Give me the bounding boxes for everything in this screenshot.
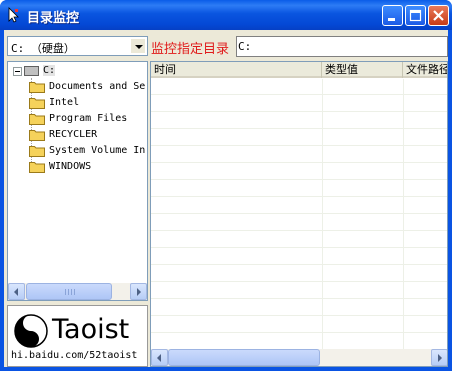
grid-row	[151, 113, 447, 129]
dropdown-arrow-icon[interactable]	[130, 38, 146, 54]
scroll-thumb[interactable]	[168, 349, 320, 366]
grid-row	[151, 96, 447, 112]
list-hscrollbar[interactable]	[151, 349, 447, 366]
folder-icon	[29, 98, 45, 109]
tree-item-label: WINDOWS	[49, 161, 92, 172]
scroll-left-button[interactable]	[151, 349, 168, 366]
tree-item-label: Documents and Se	[49, 81, 146, 92]
tree-root-label: C:	[43, 65, 56, 76]
arrow-right-icon	[137, 288, 141, 296]
scroll-right-button[interactable]	[130, 283, 147, 300]
drive-select-value: C: （硬盘）	[11, 42, 75, 55]
grid-row	[151, 79, 447, 95]
scroll-right-button[interactable]	[431, 349, 447, 366]
folder-icon	[29, 146, 45, 157]
folder-icon	[29, 130, 45, 141]
monitor-path-input[interactable]: C:	[236, 36, 448, 57]
minimize-icon	[388, 18, 395, 21]
grid-row	[151, 181, 447, 197]
column-type[interactable]: 类型值	[322, 62, 403, 78]
column-path[interactable]: 文件路径	[403, 62, 447, 78]
tree-item-label: Intel	[49, 97, 80, 108]
list-header: 时间 类型值 文件路径	[151, 62, 447, 78]
yinyang-logo	[14, 314, 48, 348]
maximize-icon	[409, 9, 422, 22]
scroll-left-button[interactable]	[8, 283, 25, 300]
column-time[interactable]: 时间	[151, 62, 322, 78]
logo-url: hi.baidu.com/52taoist	[11, 350, 138, 361]
grid-row	[151, 198, 447, 214]
directory-tree[interactable]: C: Documents and Se Intel Program Files …	[7, 61, 148, 301]
grid-row	[151, 249, 447, 265]
logo-text: Taoist	[52, 314, 130, 345]
window-title: 目录监控	[27, 11, 80, 26]
grid-row	[151, 334, 447, 350]
tree-item-label: System Volume In	[49, 145, 146, 156]
app-window: 目录监控 C: （硬盘） 监控指定目录 C: C: Documents and …	[0, 0, 452, 371]
grid-row	[151, 266, 447, 282]
minimize-button[interactable]	[382, 5, 403, 26]
folder-icon	[29, 162, 45, 173]
arrow-left-icon	[14, 288, 18, 296]
monitor-path-value: C:	[238, 40, 252, 53]
drive-icon	[24, 66, 39, 76]
maximize-button[interactable]	[405, 5, 426, 26]
scroll-thumb[interactable]	[26, 283, 112, 300]
arrow-left-icon	[157, 354, 161, 362]
close-icon	[433, 10, 444, 21]
event-list[interactable]: 时间 类型值 文件路径	[150, 61, 448, 367]
grid-row	[151, 317, 447, 333]
grid-row	[151, 232, 447, 248]
monitor-label: 监控指定目录	[151, 42, 230, 57]
tree-root[interactable]: C:	[9, 63, 69, 79]
tree-item-label: RECYCLER	[49, 129, 98, 140]
client-area: C: （硬盘） 监控指定目录 C: C: Documents and Se In…	[4, 30, 448, 367]
folder-icon	[29, 82, 45, 93]
arrow-right-icon	[438, 354, 442, 362]
grid-row	[151, 130, 447, 146]
close-button[interactable]	[428, 5, 449, 26]
grid-row	[151, 283, 447, 299]
folder-icon	[29, 114, 45, 125]
drive-select[interactable]: C: （硬盘）	[7, 36, 148, 56]
logo-panel: Taoist hi.baidu.com/52taoist	[7, 305, 148, 367]
grid-row	[151, 147, 447, 163]
app-icon	[8, 7, 19, 23]
grid-row	[151, 215, 447, 231]
grid-row	[151, 300, 447, 316]
collapse-icon[interactable]	[13, 67, 22, 76]
title-bar[interactable]: 目录监控	[0, 0, 452, 30]
grid-row	[151, 164, 447, 180]
tree-hscrollbar[interactable]	[8, 283, 147, 300]
tree-item-label: Program Files	[49, 113, 128, 124]
